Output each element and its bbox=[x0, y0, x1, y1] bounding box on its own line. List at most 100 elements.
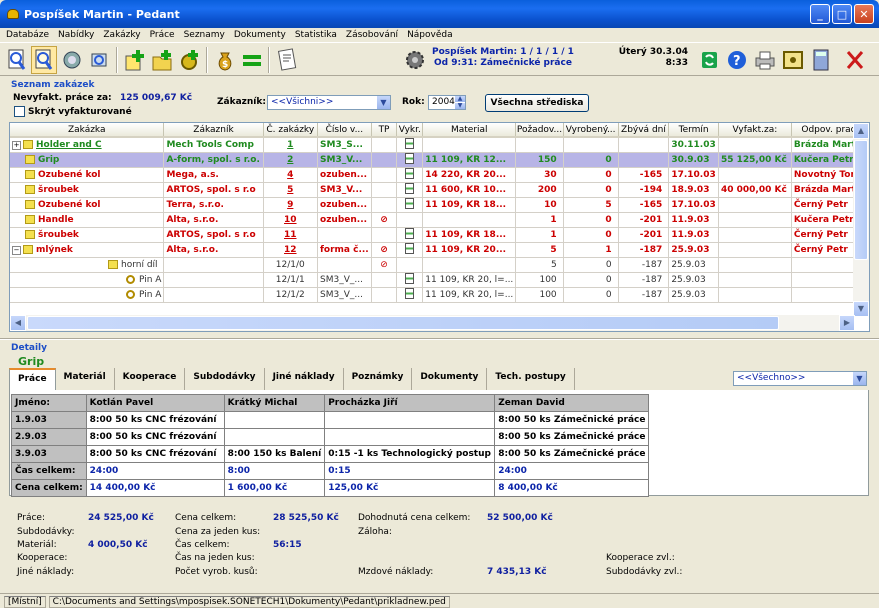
help-icon[interactable]: ? bbox=[724, 46, 750, 74]
add-icon[interactable] bbox=[122, 46, 148, 74]
work-cell[interactable]: 8:00 50 ks Zámečnické práce bbox=[494, 445, 650, 463]
work-cell[interactable] bbox=[324, 411, 496, 429]
work-cell[interactable]: 125,00 Kč bbox=[324, 479, 496, 497]
scroll-down-icon[interactable]: ▼ bbox=[853, 301, 869, 317]
menu-zasobovani[interactable]: Zásobování bbox=[346, 30, 398, 40]
chevron-down-icon[interactable]: ▼ bbox=[377, 96, 390, 109]
column-header[interactable]: Material bbox=[422, 123, 517, 138]
tab-subdodavky[interactable]: Subdodávky bbox=[185, 368, 265, 390]
menu-databaze[interactable]: Databáze bbox=[6, 30, 49, 40]
column-header[interactable]: Číslo v... bbox=[317, 123, 372, 138]
print-icon[interactable] bbox=[752, 46, 778, 74]
table-row[interactable]: + Holder and C Mech Tools Comp 1 SM3_S... 30.… bbox=[10, 137, 869, 153]
work-cell[interactable]: 8 400,00 Kč bbox=[494, 479, 650, 497]
hide-billed-checkbox[interactable] bbox=[14, 106, 25, 117]
table-row[interactable]: Pin A 12/1/1 SM3_V_... 11 109, KR 20, l=...… bbox=[10, 272, 869, 288]
menu-nabidky[interactable]: Nabídky bbox=[58, 30, 94, 40]
menu-prace[interactable]: Práce bbox=[150, 30, 175, 40]
splitter[interactable] bbox=[0, 338, 879, 340]
table-row[interactable]: Handle Alta, s.r.o. 10 ozuben... ⊘ 1 0 -201 11.9… bbox=[10, 212, 869, 228]
tree-expander-icon[interactable]: − bbox=[12, 246, 21, 255]
column-header[interactable]: TP bbox=[371, 123, 398, 138]
tab-poznamky[interactable]: Poznámky bbox=[344, 368, 413, 390]
gear-search-icon[interactable] bbox=[59, 46, 85, 74]
report-doc-icon[interactable] bbox=[405, 243, 415, 254]
spin-down-icon[interactable]: ▼ bbox=[455, 103, 465, 109]
work-cell[interactable]: 24:00 bbox=[85, 462, 225, 480]
add-folder-icon[interactable] bbox=[149, 46, 175, 74]
work-cell[interactable]: 8:00 bbox=[223, 462, 326, 480]
column-header[interactable]: Vyrobený... bbox=[563, 123, 619, 138]
report-doc-icon[interactable] bbox=[405, 288, 415, 299]
year-input[interactable]: 2004 ▲ ▼ bbox=[428, 95, 466, 110]
all-centers-button[interactable]: Všechna střediska bbox=[485, 94, 589, 112]
tab-dokumenty[interactable]: Dokumenty bbox=[412, 368, 488, 390]
menu-dokumenty[interactable]: Dokumenty bbox=[234, 30, 286, 40]
column-header[interactable]: Požadov... bbox=[515, 123, 564, 138]
column-header[interactable]: Č. zakázky bbox=[263, 123, 319, 138]
document-icon[interactable] bbox=[274, 46, 300, 74]
scroll-up-icon[interactable]: ▲ bbox=[853, 123, 869, 139]
vertical-scroll-thumb[interactable] bbox=[854, 140, 868, 260]
work-cell[interactable]: 8:00 50 ks CNC frézování bbox=[85, 445, 225, 463]
tree-expander-icon[interactable]: + bbox=[12, 141, 21, 150]
menu-zakazky[interactable]: Zakázky bbox=[103, 30, 140, 40]
exit-icon[interactable] bbox=[842, 46, 868, 74]
scroll-left-icon[interactable]: ◀ bbox=[10, 315, 26, 331]
menu-statistika[interactable]: Statistika bbox=[295, 30, 337, 40]
column-header[interactable]: Vyfakt.za: bbox=[718, 123, 792, 138]
maximize-button[interactable]: □ bbox=[832, 4, 852, 24]
menu-napoveda[interactable]: Nápověda bbox=[407, 30, 453, 40]
table-row[interactable]: Grip A-form, spol. s r.o. 2 SM3_V... 11 109,… bbox=[10, 152, 869, 168]
table-row[interactable]: Ozubené kol Terra, s.r.o. 9 ozuben... 11 109… bbox=[10, 197, 869, 213]
work-cell[interactable]: 8:00 50 ks CNC frézování bbox=[85, 411, 225, 429]
work-cell[interactable]: 8:00 50 ks Zámečnické práce bbox=[494, 428, 650, 446]
work-cell[interactable]: 1 600,00 Kč bbox=[223, 479, 326, 497]
column-header[interactable]: Zákazník bbox=[163, 123, 264, 138]
table-row[interactable]: šroubek ARTOS, spol. s r.o 5 SM3_V... 11 600… bbox=[10, 182, 869, 198]
horizontal-scroll-thumb[interactable] bbox=[27, 316, 779, 330]
customer-select[interactable]: <<Všichni>> ▼ bbox=[267, 95, 391, 110]
equals-icon[interactable] bbox=[239, 46, 265, 74]
details-filter-select[interactable]: <<Všechno>> ▼ bbox=[733, 371, 867, 386]
work-cell[interactable] bbox=[223, 411, 326, 429]
work-cell[interactable]: 24:00 bbox=[494, 462, 650, 480]
refresh-icon[interactable] bbox=[697, 46, 723, 74]
scroll-right-icon[interactable]: ▶ bbox=[839, 315, 855, 331]
tab-material[interactable]: Materiál bbox=[56, 368, 115, 390]
table-row[interactable]: šroubek ARTOS, spol. s r.o 11 11 109, KR 18… bbox=[10, 227, 869, 243]
work-cell[interactable]: 8:00 50 ks Zámečnické práce bbox=[494, 411, 650, 429]
report-doc-icon[interactable] bbox=[405, 183, 415, 194]
column-header[interactable]: Zakázka bbox=[10, 123, 165, 138]
menu-seznamy[interactable]: Seznamy bbox=[184, 30, 225, 40]
table-row[interactable]: − mlýnek Alta, s.r.o. 12 forma č... ⊘ 11 109, … bbox=[10, 242, 869, 258]
report-doc-icon[interactable] bbox=[405, 273, 415, 284]
certificate-icon[interactable] bbox=[780, 46, 806, 74]
column-header[interactable]: Zbývá dní bbox=[618, 123, 670, 138]
column-header[interactable]: Vykr. bbox=[396, 123, 424, 138]
column-header[interactable]: Termín bbox=[668, 123, 719, 138]
report-doc-icon[interactable] bbox=[405, 228, 415, 239]
table-row[interactable]: Pin A 12/1/2 SM3_V_... 11 109, KR 20, l=...… bbox=[10, 287, 869, 303]
tools-search-icon[interactable] bbox=[86, 46, 112, 74]
horizontal-scrollbar[interactable]: ◀ ▶ bbox=[10, 315, 855, 331]
work-cell[interactable]: 0:15 -1 ks Technologický postup bbox=[324, 445, 496, 463]
work-cell[interactable]: 8:00 150 ks Balení bbox=[223, 445, 326, 463]
money-bag-icon[interactable]: $ bbox=[212, 46, 238, 74]
add-gear-icon[interactable] bbox=[176, 46, 202, 74]
table-row[interactable]: horní díl 12/1/0 ⊘ 5 0 -187 25.9.03 bbox=[10, 257, 869, 273]
vertical-scrollbar[interactable]: ▲ ▼ bbox=[853, 123, 869, 317]
calculator-icon[interactable] bbox=[808, 46, 834, 74]
report-doc-icon[interactable] bbox=[405, 138, 415, 149]
work-cell[interactable] bbox=[223, 428, 326, 446]
chevron-down-icon[interactable]: ▼ bbox=[853, 372, 866, 385]
close-button[interactable]: ✕ bbox=[854, 4, 874, 24]
report-doc-icon[interactable] bbox=[405, 153, 415, 164]
search-selected-icon[interactable] bbox=[31, 46, 57, 74]
tab-prace[interactable]: Práce bbox=[9, 368, 56, 390]
tab-jine-naklady[interactable]: Jiné náklady bbox=[265, 368, 344, 390]
work-cell[interactable]: 8:00 50 ks CNC frézování bbox=[85, 428, 225, 446]
minimize-button[interactable]: _ bbox=[810, 4, 830, 24]
tab-tech-postupy[interactable]: Tech. postupy bbox=[487, 368, 575, 390]
search-icon[interactable] bbox=[4, 46, 30, 74]
